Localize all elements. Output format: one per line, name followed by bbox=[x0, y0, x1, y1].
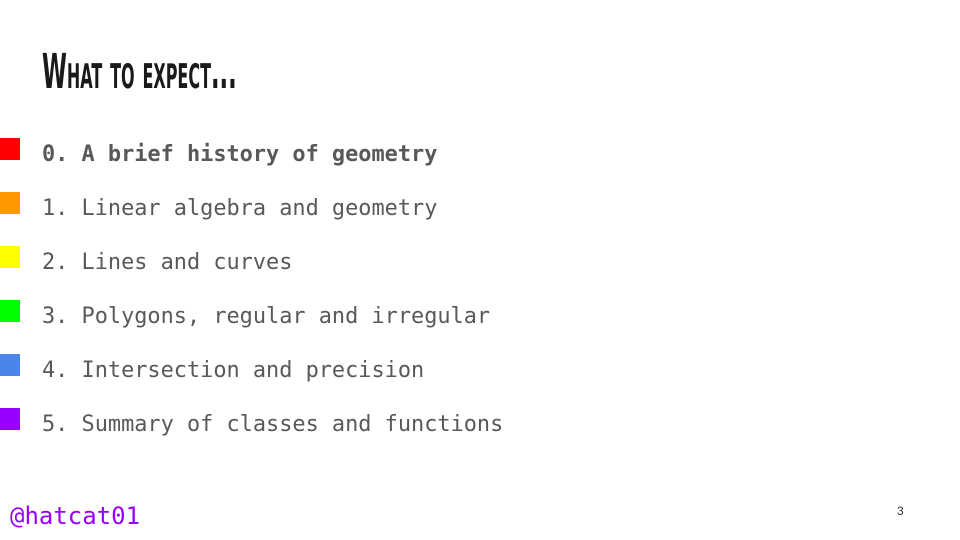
agenda-item-label: 4. Intersection and precision bbox=[42, 358, 425, 383]
author-handle: @hatcat01 bbox=[10, 502, 141, 530]
agenda-item-label: 3. Polygons, regular and irregular bbox=[42, 304, 491, 329]
agenda-item-label: 5. Summary of classes and functions bbox=[42, 412, 504, 437]
slide: What to expect... 0. A brief history of … bbox=[0, 0, 960, 540]
color-swatch bbox=[0, 408, 20, 430]
color-swatch bbox=[0, 300, 20, 322]
page-number: 3 bbox=[897, 504, 904, 518]
agenda-item-label: 1. Linear algebra and geometry bbox=[42, 196, 438, 221]
agenda-item-label: 0. A brief history of geometry bbox=[42, 142, 438, 167]
agenda-item: 4. Intersection and precision bbox=[0, 354, 700, 388]
agenda-item: 2. Lines and curves bbox=[0, 246, 700, 280]
slide-title: What to expect... bbox=[42, 44, 237, 100]
agenda-item: 3. Polygons, regular and irregular bbox=[0, 300, 700, 334]
color-swatch bbox=[0, 192, 20, 214]
agenda-item: 1. Linear algebra and geometry bbox=[0, 192, 700, 226]
agenda-item-label: 2. Lines and curves bbox=[42, 250, 293, 275]
agenda-item: 0. A brief history of geometry bbox=[0, 138, 700, 172]
color-swatch bbox=[0, 246, 20, 268]
color-swatch bbox=[0, 138, 20, 160]
color-swatch bbox=[0, 354, 20, 376]
agenda-item: 5. Summary of classes and functions bbox=[0, 408, 700, 442]
